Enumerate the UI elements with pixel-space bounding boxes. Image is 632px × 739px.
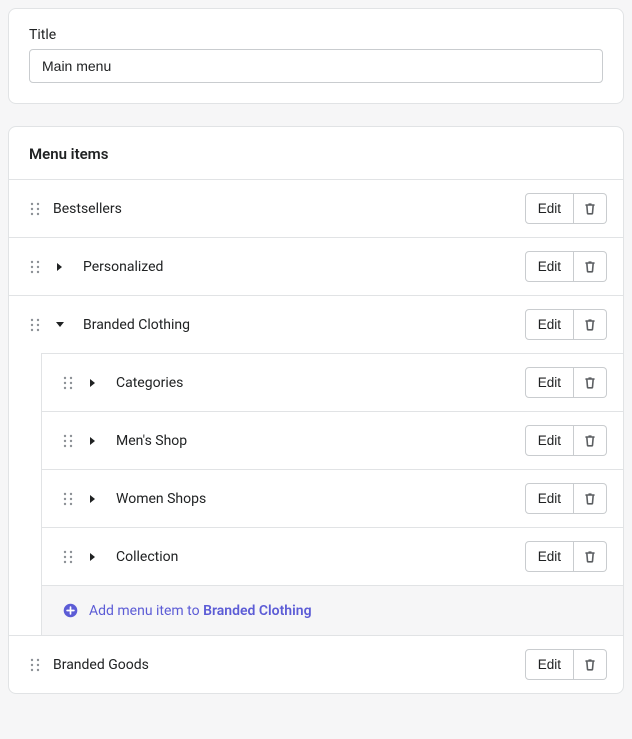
trash-icon (582, 259, 598, 275)
delete-button[interactable] (574, 193, 607, 224)
trash-icon (582, 491, 598, 507)
drag-handle-icon[interactable] (29, 318, 41, 332)
delete-button[interactable] (574, 367, 607, 398)
drag-handle-icon[interactable] (29, 260, 41, 274)
menu-item-row: Branded Goods Edit (9, 635, 623, 693)
caret-right-icon (89, 552, 97, 562)
menu-item-actions: Edit (525, 367, 607, 398)
caret-right-icon (89, 436, 97, 446)
expand-toggle[interactable] (86, 436, 100, 446)
collapse-toggle[interactable] (53, 321, 67, 329)
delete-button[interactable] (574, 649, 607, 680)
caret-down-icon (55, 321, 65, 329)
trash-icon (582, 201, 598, 217)
menu-items-header: Menu items (9, 127, 623, 179)
add-prefix: Add menu item to (89, 603, 203, 619)
drag-handle-icon[interactable] (29, 658, 41, 672)
edit-button[interactable]: Edit (525, 483, 574, 514)
delete-button[interactable] (574, 541, 607, 572)
add-menu-item-text: Add menu item to Branded Clothing (89, 603, 312, 619)
trash-icon (582, 657, 598, 673)
expand-toggle[interactable] (86, 494, 100, 504)
menu-item-actions: Edit (525, 649, 607, 680)
menu-item-label: Bestsellers (53, 201, 525, 217)
caret-right-icon (89, 378, 97, 388)
caret-right-icon (56, 262, 64, 272)
title-label: Title (29, 27, 603, 43)
menu-item-actions: Edit (525, 541, 607, 572)
menu-item-label: Personalized (83, 259, 525, 275)
menu-item-actions: Edit (525, 193, 607, 224)
edit-button[interactable]: Edit (525, 251, 574, 282)
menu-item-label: Branded Goods (53, 657, 525, 673)
edit-button[interactable]: Edit (525, 425, 574, 456)
edit-button[interactable]: Edit (525, 649, 574, 680)
drag-handle-icon[interactable] (29, 202, 41, 216)
menu-item-row: Branded Clothing Edit (9, 295, 623, 353)
edit-button[interactable]: Edit (525, 367, 574, 398)
menu-item-row: Personalized Edit (9, 237, 623, 295)
menu-item-row: Women Shops Edit (42, 469, 623, 527)
drag-handle-icon[interactable] (62, 434, 74, 448)
menu-item-row: Collection Edit (42, 527, 623, 585)
menu-item-actions: Edit (525, 483, 607, 514)
plus-circle-icon (62, 602, 79, 619)
expand-toggle[interactable] (53, 262, 67, 272)
menu-item-label: Collection (116, 549, 525, 565)
delete-button[interactable] (574, 251, 607, 282)
edit-button[interactable]: Edit (525, 541, 574, 572)
delete-button[interactable] (574, 425, 607, 456)
trash-icon (582, 549, 598, 565)
menu-item-actions: Edit (525, 251, 607, 282)
menu-item-row: Men's Shop Edit (42, 411, 623, 469)
menu-item-actions: Edit (525, 425, 607, 456)
title-input[interactable] (29, 49, 603, 83)
nested-children: Categories Edit Men's Shop Edit (41, 353, 623, 635)
menu-item-row: Categories Edit (42, 353, 623, 411)
edit-button[interactable]: Edit (525, 309, 574, 340)
menu-item-label: Categories (116, 375, 525, 391)
trash-icon (582, 433, 598, 449)
drag-handle-icon[interactable] (62, 492, 74, 506)
drag-handle-icon[interactable] (62, 550, 74, 564)
add-menu-item-button[interactable]: Add menu item to Branded Clothing (42, 585, 623, 635)
title-card: Title (8, 8, 624, 104)
add-target: Branded Clothing (203, 603, 311, 619)
menu-item-label: Men's Shop (116, 433, 525, 449)
delete-button[interactable] (574, 309, 607, 340)
menu-items-card: Menu items Bestsellers Edit Personalized… (8, 126, 624, 694)
menu-item-actions: Edit (525, 309, 607, 340)
drag-handle-icon[interactable] (62, 376, 74, 390)
expand-toggle[interactable] (86, 378, 100, 388)
delete-button[interactable] (574, 483, 607, 514)
trash-icon (582, 317, 598, 333)
edit-button[interactable]: Edit (525, 193, 574, 224)
caret-right-icon (89, 494, 97, 504)
trash-icon (582, 375, 598, 391)
menu-item-label: Women Shops (116, 491, 525, 507)
expand-toggle[interactable] (86, 552, 100, 562)
menu-item-label: Branded Clothing (83, 317, 525, 333)
menu-item-row: Bestsellers Edit (9, 179, 623, 237)
